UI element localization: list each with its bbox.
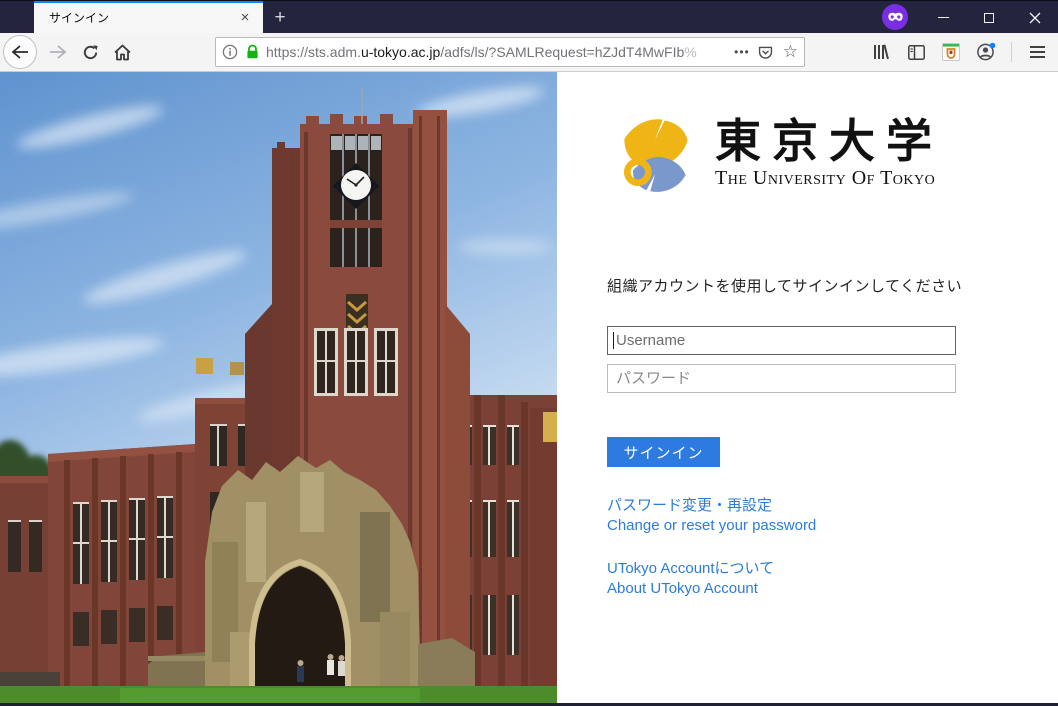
utokyo-logo: 東京大学 The University of Tokyo xyxy=(613,108,943,200)
window-controls xyxy=(920,1,1058,34)
minimize-button[interactable] xyxy=(920,1,966,34)
close-button[interactable] xyxy=(1012,1,1058,34)
text-caret xyxy=(613,332,614,349)
password-reset-link-jp[interactable]: パスワード変更・再設定 xyxy=(607,494,772,515)
about-account-link-en[interactable]: About UTokyo Account xyxy=(607,580,758,597)
page-info-icon[interactable] xyxy=(222,44,238,60)
about-account-link-jp[interactable]: UTokyo Accountについて xyxy=(607,557,774,578)
tab-close-icon[interactable]: × xyxy=(235,8,255,28)
tab-bar: サインイン × + xyxy=(0,0,1058,33)
navigation-toolbar: https://sts.adm.u-tokyo.ac.jp/adfs/ls/?S… xyxy=(0,33,1058,72)
toolbar-separator xyxy=(1011,42,1012,62)
menu-icon[interactable] xyxy=(1024,39,1050,65)
pocket-icon[interactable] xyxy=(757,44,774,61)
maximize-button[interactable] xyxy=(966,1,1012,34)
new-tab-button[interactable]: + xyxy=(267,5,293,31)
forward-button[interactable] xyxy=(42,36,74,68)
url-bar[interactable]: https://sts.adm.u-tokyo.ac.jp/adfs/ls/?S… xyxy=(215,37,805,67)
toolbar-right-cluster xyxy=(868,36,1050,68)
campus-photo xyxy=(0,72,557,703)
login-panel: 東京大学 The University of Tokyo 組織アカウントを使用し… xyxy=(557,72,1058,706)
ginkgo-logo-icon xyxy=(613,108,699,200)
extension-icon[interactable] xyxy=(938,39,964,65)
tab-title: サインイン xyxy=(49,9,235,26)
home-icon[interactable] xyxy=(106,36,138,68)
signin-button[interactable]: サインイン xyxy=(607,437,720,467)
account-icon[interactable] xyxy=(973,39,999,65)
reload-icon[interactable] xyxy=(74,36,106,68)
page-actions-icon[interactable]: ••• xyxy=(734,45,750,59)
password-reset-link-en[interactable]: Change or reset your password xyxy=(607,517,816,534)
logo-text-en: The University of Tokyo xyxy=(715,167,943,190)
https-lock-icon[interactable] xyxy=(245,44,260,60)
bookmark-star-icon[interactable]: ☆ xyxy=(783,42,798,62)
page-content: 東京大学 The University of Tokyo 組織アカウントを使用し… xyxy=(0,72,1058,706)
logo-text-jp: 東京大学 xyxy=(715,118,943,166)
password-input[interactable] xyxy=(607,364,956,393)
browser-window: サインイン × + xyxy=(0,0,1058,706)
username-input[interactable] xyxy=(607,326,956,355)
private-browsing-icon xyxy=(882,4,908,30)
back-button[interactable] xyxy=(3,35,37,69)
browser-tab[interactable]: サインイン × xyxy=(34,1,263,34)
sidebar-icon[interactable] xyxy=(903,39,929,65)
url-text: https://sts.adm.u-tokyo.ac.jp/adfs/ls/?S… xyxy=(266,44,727,60)
library-icon[interactable] xyxy=(868,39,894,65)
signin-instruction: 組織アカウントを使用してサインインしてください xyxy=(607,275,962,296)
